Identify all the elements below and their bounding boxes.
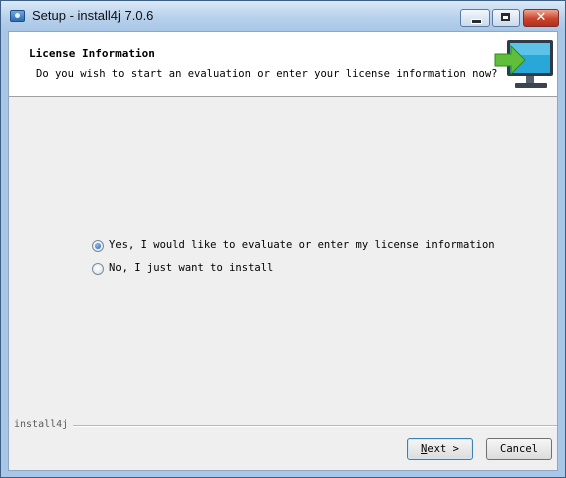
close-icon: ✕	[535, 10, 547, 25]
radio-evaluate[interactable]	[92, 240, 104, 252]
install4j-brand: install4j	[14, 419, 69, 430]
setup-window: Setup - install4j 7.0.6 ✕ License Inform…	[0, 0, 566, 478]
close-button[interactable]: ✕	[523, 9, 559, 27]
option-evaluate-label[interactable]: Yes, I would like to evaluate or enter m…	[109, 239, 495, 251]
page-title: License Information	[29, 47, 155, 60]
footer-separator	[73, 425, 557, 427]
monitor-neck	[526, 76, 534, 83]
minimize-icon	[471, 19, 482, 24]
next-button[interactable]: Next >	[407, 438, 473, 460]
minimize-button[interactable]	[460, 9, 490, 27]
next-label: ext >	[427, 443, 459, 455]
page-subtitle: Do you wish to start an evaluation or en…	[36, 68, 498, 80]
maximize-icon	[501, 13, 510, 21]
wizard-header: License Information Do you wish to start…	[9, 32, 557, 97]
option-install-label[interactable]: No, I just want to install	[109, 262, 273, 274]
monitor-stand	[515, 83, 547, 88]
maximize-button[interactable]	[492, 9, 520, 27]
cancel-button[interactable]: Cancel	[486, 438, 552, 460]
wizard-content: License Information Do you wish to start…	[8, 31, 558, 471]
radio-install[interactable]	[92, 263, 104, 275]
monitor-with-arrow-icon	[494, 40, 553, 88]
window-title: Setup - install4j 7.0.6	[32, 8, 154, 23]
app-window-icon[interactable]	[10, 10, 25, 22]
title-bar[interactable]: Setup - install4j 7.0.6 ✕	[1, 1, 565, 31]
